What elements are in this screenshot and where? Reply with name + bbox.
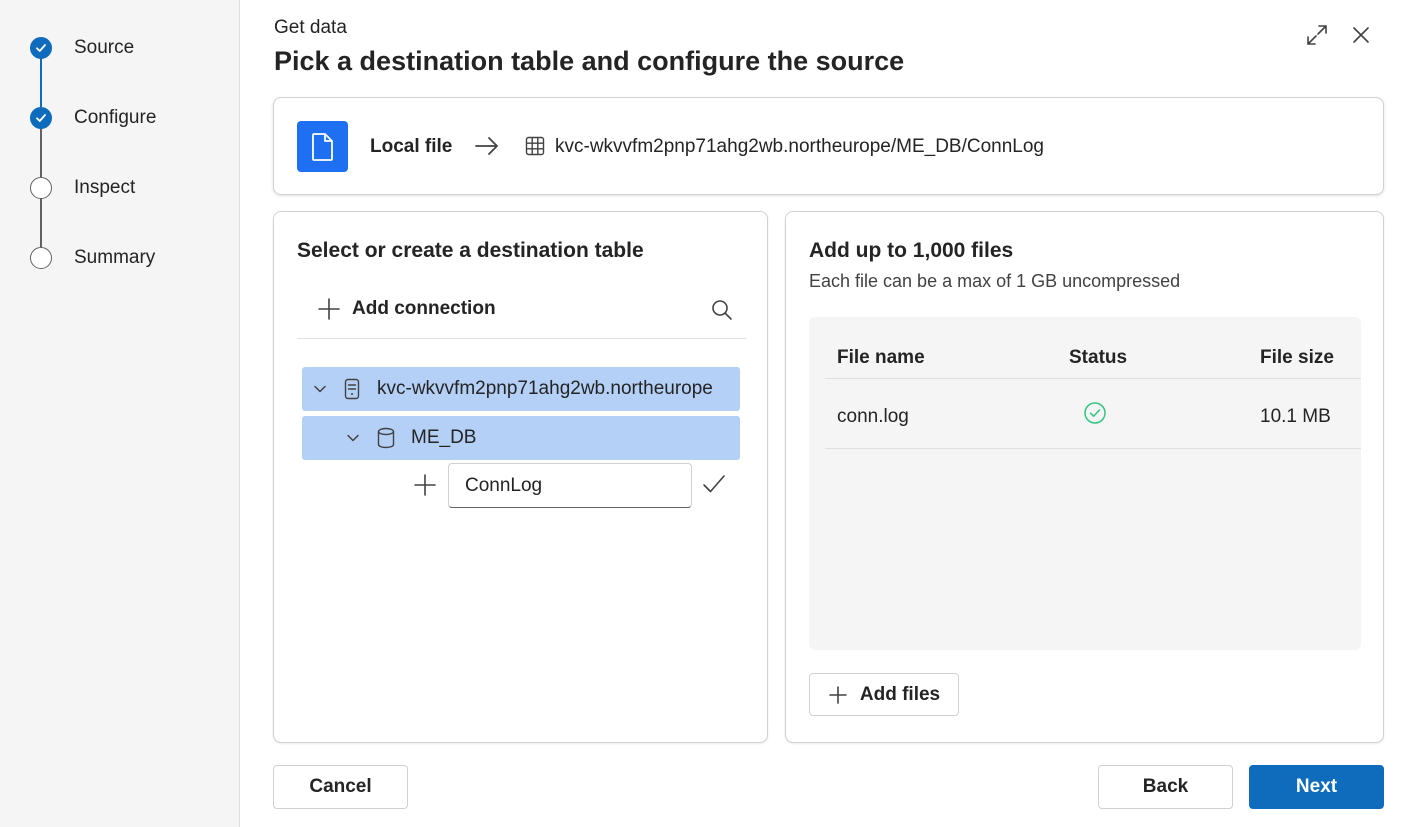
files-table: File name Status File size conn.log 10.1… [809, 317, 1361, 650]
step-summary[interactable]: Summary [30, 246, 155, 270]
panel-subtitle: Each file can be a max of 1 GB uncompres… [809, 271, 1181, 291]
plus-icon [829, 685, 847, 704]
step-label: Inspect [74, 177, 136, 198]
search-button[interactable] [711, 299, 733, 326]
source-label: Local file [370, 136, 453, 157]
database-icon [377, 427, 395, 449]
table-icon [525, 136, 545, 156]
dialog-eyebrow: Get data [274, 17, 347, 38]
row-divider [825, 378, 1361, 379]
next-button[interactable]: Next [1249, 765, 1384, 809]
page-title: Pick a destination table and configure t… [274, 46, 905, 76]
files-panel: Add up to 1,000 files Each file can be a… [785, 211, 1384, 743]
plus-icon [414, 474, 436, 496]
column-header-file-name[interactable]: File name [837, 347, 925, 369]
new-table-button[interactable] [414, 474, 436, 496]
add-connection-label: Add connection [352, 298, 496, 319]
back-button[interactable]: Back [1098, 765, 1233, 809]
step-complete-icon [30, 37, 52, 59]
step-connector [40, 57, 42, 107]
file-name-cell: conn.log [837, 406, 909, 427]
step-label: Summary [74, 247, 156, 268]
search-icon [712, 300, 732, 320]
expand-icon [1307, 25, 1327, 45]
tree-item-database[interactable]: ME_DB [302, 416, 740, 460]
close-button[interactable] [1348, 22, 1374, 48]
tree-item-cluster[interactable]: kvc-wkvvfm2pnp71ahg2wb.northeurope [302, 367, 740, 411]
step-complete-icon [30, 107, 52, 129]
step-pending-icon [30, 247, 52, 269]
destination-table-panel: Select or create a destination table Add… [273, 211, 768, 743]
success-check-icon [1084, 402, 1106, 424]
step-connector [40, 197, 42, 247]
source-summary-bar: Local file kvc-wkvvfm2pnp71ahg2wb.northe… [273, 97, 1384, 195]
step-label: Source [74, 37, 135, 58]
row-divider [825, 448, 1361, 449]
plus-icon [318, 298, 340, 320]
step-source[interactable]: Source [30, 36, 134, 60]
panel-title: Select or create a destination table [297, 239, 644, 262]
step-pending-icon [30, 177, 52, 199]
chevron-down-icon [347, 434, 359, 442]
panel-title: Add up to 1,000 files [809, 239, 1014, 262]
cluster-icon [344, 378, 360, 400]
table-name-input[interactable] [448, 463, 692, 508]
checkmark-icon [703, 475, 725, 493]
add-connection-button[interactable]: Add connection [318, 298, 496, 320]
cancel-button[interactable]: Cancel [273, 765, 408, 809]
destination-path: kvc-wkvvfm2pnp71ahg2wb.northeurope/ME_DB… [555, 136, 1044, 157]
database-name: ME_DB [411, 427, 477, 448]
step-connector [40, 127, 42, 177]
wizard-stepper: Source Configure Inspect Summary [0, 0, 240, 827]
close-icon [1353, 27, 1369, 43]
column-header-file-size[interactable]: File size [1260, 347, 1334, 369]
expand-button[interactable] [1304, 22, 1330, 48]
divider [297, 338, 746, 339]
step-configure[interactable]: Configure [30, 106, 156, 130]
file-size-cell: 10.1 MB [1260, 406, 1331, 427]
document-icon [297, 121, 348, 172]
step-label: Configure [74, 107, 157, 128]
arrow-right-icon [475, 137, 498, 155]
cluster-name: kvc-wkvvfm2pnp71ahg2wb.northeurope [377, 378, 713, 399]
confirm-table-button[interactable] [702, 473, 726, 500]
column-header-status[interactable]: Status [1069, 347, 1127, 369]
step-inspect[interactable]: Inspect [30, 176, 135, 200]
chevron-down-icon [314, 385, 326, 393]
add-files-button[interactable]: Add files [809, 673, 959, 716]
add-files-label: Add files [859, 683, 941, 705]
